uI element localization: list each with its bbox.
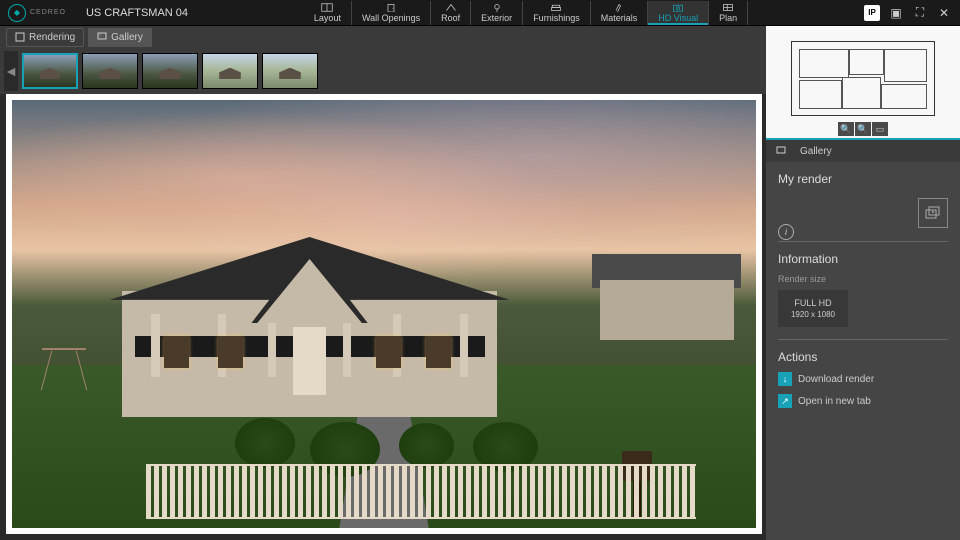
tab-rendering[interactable]: Rendering xyxy=(6,28,84,47)
zoom-out-icon[interactable]: 🔍 xyxy=(855,122,871,136)
render-viewport xyxy=(6,94,762,534)
tool-layout[interactable]: Layout xyxy=(304,1,352,25)
info-heading: Information xyxy=(778,252,948,266)
thumbnail-5[interactable] xyxy=(262,53,318,89)
tool-hd-visual[interactable]: HD Visual xyxy=(648,1,709,25)
tab-gallery[interactable]: Gallery xyxy=(88,28,152,47)
floorplan-minimap[interactable]: 🔍 🔍 ▭ xyxy=(766,26,960,138)
toolbar: Layout Wall Openings Roof Exterior Furni… xyxy=(304,1,748,25)
info-icon[interactable]: i xyxy=(778,224,794,240)
zoom-fit-icon[interactable]: ▭ xyxy=(872,122,888,136)
gallery-stack-icon[interactable] xyxy=(918,198,948,228)
thumbnail-1[interactable] xyxy=(22,53,78,89)
thumbnail-3[interactable] xyxy=(142,53,198,89)
render-title: My render xyxy=(778,172,948,186)
open-new-tab-button[interactable]: ↗Open in new tab xyxy=(778,394,948,408)
close-icon[interactable]: ✕ xyxy=(936,5,952,21)
tool-exterior[interactable]: Exterior xyxy=(471,1,523,25)
render-size-label: Render size xyxy=(778,274,948,284)
tool-plan[interactable]: Plan xyxy=(709,1,748,25)
tool-roof[interactable]: Roof xyxy=(431,1,471,25)
external-link-icon: ↗ xyxy=(778,394,792,408)
tool-furnishings[interactable]: Furnishings xyxy=(523,1,591,25)
brand-name: CEDREO xyxy=(30,9,66,16)
tool-wall-openings[interactable]: Wall Openings xyxy=(352,1,431,25)
tool-materials[interactable]: Materials xyxy=(591,1,649,25)
project-title: US CRAFTSMAN 04 xyxy=(86,7,188,19)
resolution-box: FULL HD 1920 x 1080 xyxy=(778,290,848,327)
badge-ip[interactable]: IP xyxy=(864,5,880,21)
fullscreen-icon[interactable]: ⛶ xyxy=(912,5,928,21)
thumbs-prev[interactable]: ◄ xyxy=(4,51,18,91)
zoom-in-icon[interactable]: 🔍 xyxy=(838,122,854,136)
save-icon[interactable]: ▣ xyxy=(888,5,904,21)
actions-heading: Actions xyxy=(778,350,948,364)
thumbnail-2[interactable] xyxy=(82,53,138,89)
download-render-button[interactable]: ↓Download render xyxy=(778,372,948,386)
brand-logo[interactable]: ◆ xyxy=(8,4,26,22)
download-icon: ↓ xyxy=(778,372,792,386)
thumbnail-4[interactable] xyxy=(202,53,258,89)
panel-tab-gallery[interactable]: Gallery xyxy=(766,138,960,162)
